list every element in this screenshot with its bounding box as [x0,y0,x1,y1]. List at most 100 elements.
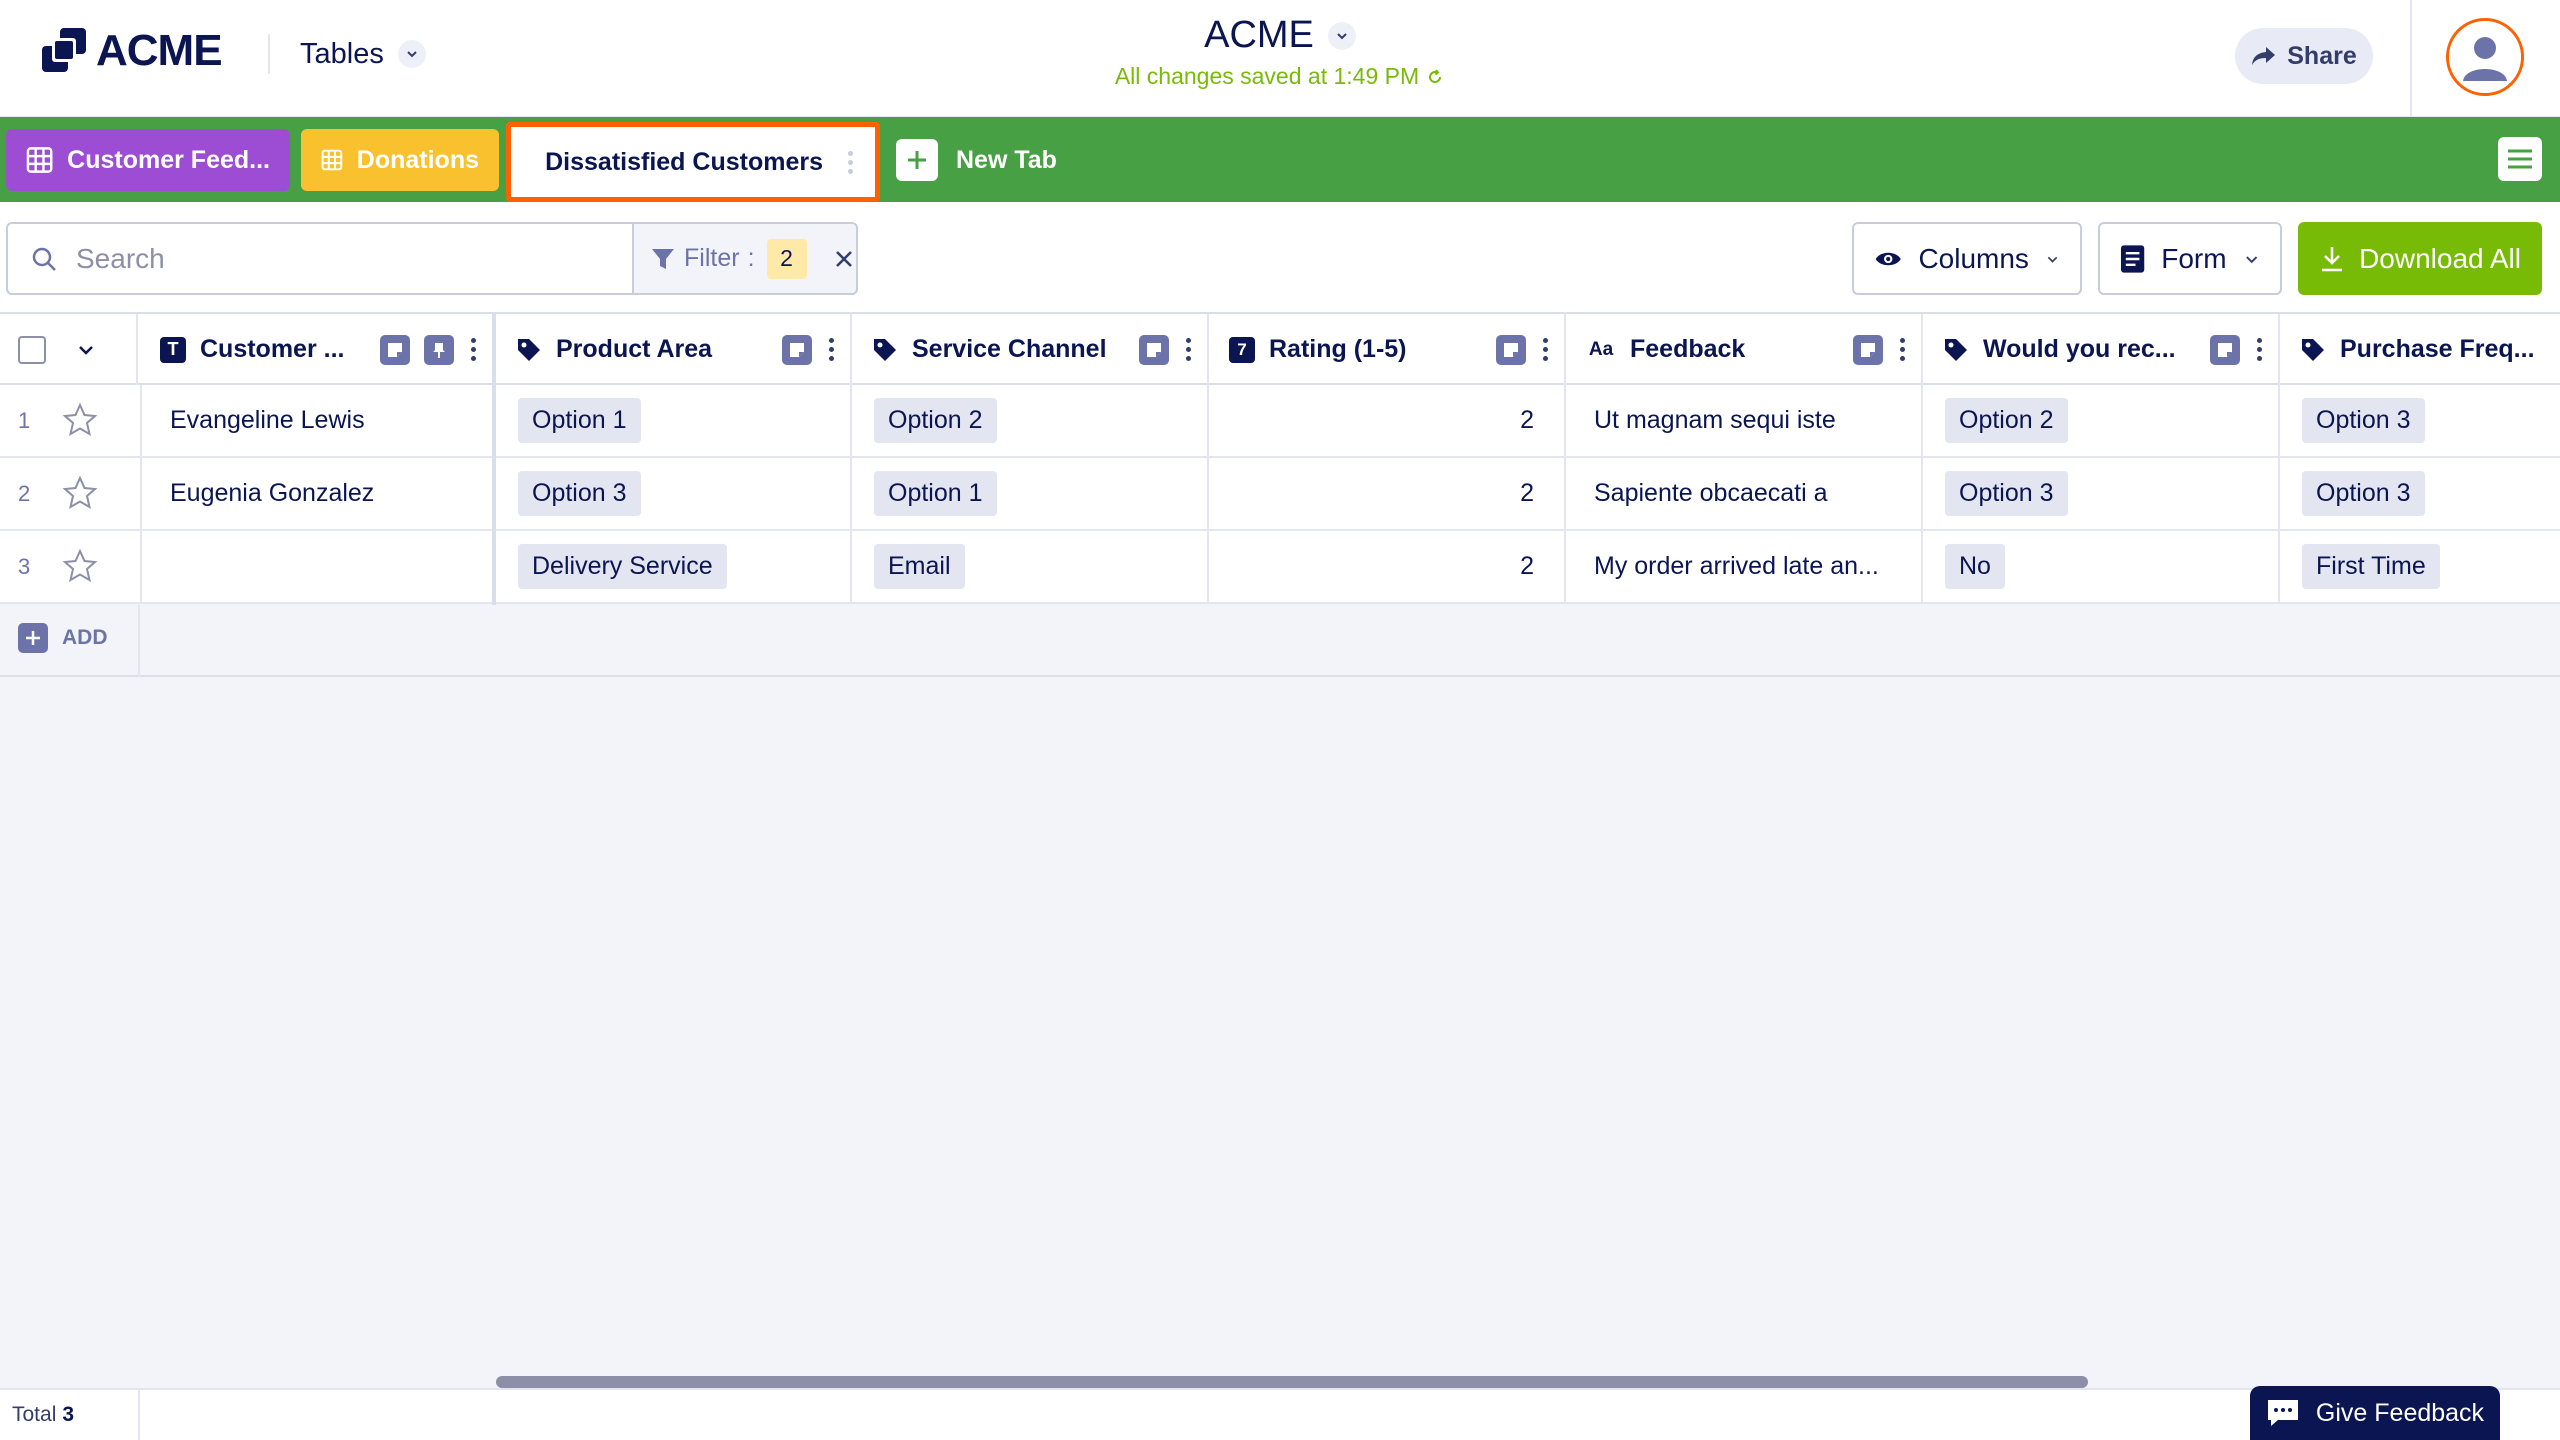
column-options-icon[interactable] [826,338,836,361]
tab-donations[interactable]: Donations [301,129,499,191]
column-header-service-channel[interactable]: Service Channel [852,314,1209,385]
add-row-button[interactable]: ADD [18,623,108,653]
table-row[interactable]: 3 Delivery Service Email 2 My order arri… [0,531,2560,604]
cell-feedback[interactable]: My order arrived late an... [1566,531,1923,602]
search-input[interactable] [76,242,596,275]
option-chip: Email [874,544,965,589]
tag-icon [2302,338,2324,361]
form-label: Form [2161,242,2227,274]
column-options-icon[interactable] [468,338,478,361]
give-feedback-label: Give Feedback [2315,1398,2485,1427]
new-tab-button[interactable]: New Tab [896,133,1057,187]
cell-service-channel[interactable]: Option 2 [852,385,1209,456]
filter-funnel-icon [652,248,674,269]
pin-icon[interactable] [424,334,454,365]
column-header-customer[interactable]: T Customer ... [140,314,494,385]
star-icon[interactable] [62,402,98,438]
column-options-icon[interactable] [1183,338,1193,361]
column-label: Purchase Freq... [2340,335,2535,363]
select-all-checkbox[interactable] [18,335,46,364]
cell-service-channel[interactable]: Email [852,531,1209,602]
column-label: Would you rec... [1983,335,2176,363]
frozen-column-divider[interactable] [492,312,496,607]
form-button[interactable]: Form [2098,222,2282,295]
option-chip: Option 2 [874,398,997,443]
clear-filter-icon[interactable] [833,248,855,270]
footer-divider [138,1390,140,1440]
column-options-icon[interactable] [1540,338,1550,361]
column-options-icon[interactable] [1897,338,1907,361]
new-tab-label: New Tab [956,145,1057,174]
star-icon[interactable] [62,475,98,511]
option-chip: Option 3 [1945,471,2068,516]
cell-product-area[interactable]: Option 1 [496,385,852,456]
cell-feedback[interactable]: Ut magnam sequi iste [1566,385,1923,456]
add-row-label: ADD [62,626,108,649]
cell-purchase-frequency[interactable]: Option 3 [2280,385,2560,456]
columns-label: Columns [1918,242,2029,274]
download-all-button[interactable]: Download All [2298,222,2542,295]
column-label: Rating (1-5) [1269,335,1407,363]
note-icon[interactable] [380,334,410,365]
column-header-product-area[interactable]: Product Area [496,314,852,385]
cell-would-you-recommend[interactable]: Option 2 [1923,385,2280,456]
cell-rating[interactable]: 2 [1209,458,1566,529]
cell-rating[interactable]: 2 [1209,385,1566,456]
eye-icon [1875,252,1901,265]
cell-customer[interactable]: Evangeline Lewis [140,385,494,456]
cell-purchase-frequency[interactable]: Option 3 [2280,458,2560,529]
horizontal-scrollbar[interactable] [496,1376,2088,1388]
cell-purchase-frequency[interactable]: First Time [2280,531,2560,602]
tab-customer-feedback[interactable]: Customer Feed... [6,129,290,191]
cell-product-area[interactable]: Option 3 [496,458,852,529]
cell-would-you-recommend[interactable]: Option 3 [1923,458,2280,529]
hamburger-menu-icon[interactable] [2498,137,2542,181]
column-header-purchase-frequency[interactable]: Purchase Freq... [2280,314,2560,385]
cell-product-area[interactable]: Delivery Service [496,531,852,602]
grid-footer: Total 3 [0,1388,2560,1440]
acme-logo[interactable]: ACME [42,26,223,76]
note-icon[interactable] [1853,334,1883,365]
grid-header-row: T Customer ... Product Area Service Chan… [0,312,2560,385]
column-header-rating[interactable]: 7 Rating (1-5) [1209,314,1566,385]
column-label: Service Channel [912,335,1107,363]
app-header: ACME Tables ACME All changes saved at 1:… [0,0,2560,117]
tab-options-icon[interactable] [845,150,855,174]
option-chip: No [1945,544,2005,589]
tab-dissatisfied-customers[interactable]: Dissatisfied Customers [506,122,880,202]
column-options-icon[interactable] [2254,338,2264,361]
app-title-chevron-icon[interactable] [1327,21,1356,50]
chevron-down-icon[interactable] [76,340,96,360]
cell-customer[interactable]: Eugenia Gonzalez [140,458,494,529]
cell-would-you-recommend[interactable]: No [1923,531,2280,602]
share-button[interactable]: Share [2235,28,2373,84]
cell-rating[interactable]: 2 [1209,531,1566,602]
give-feedback-button[interactable]: Give Feedback [2250,1386,2500,1440]
column-header-feedback[interactable]: Aa Feedback [1566,314,1923,385]
note-icon[interactable] [1139,334,1169,365]
filter-button[interactable]: Filter: 2 [632,222,858,295]
note-icon[interactable] [1496,334,1526,365]
cell-service-channel[interactable]: Option 1 [852,458,1209,529]
columns-button[interactable]: Columns [1852,222,2082,295]
tag-icon [874,338,896,361]
cell-feedback[interactable]: Sapiente obcaecati a [1566,458,1923,529]
download-icon [2322,246,2343,271]
table-grid-icon [321,149,343,171]
app-title[interactable]: ACME [1204,14,1314,57]
row-number: 1 [18,407,31,433]
note-icon[interactable] [2210,334,2240,365]
option-chip: Option 2 [1945,398,2068,443]
filter-separator: : [747,244,755,272]
tag-icon [518,338,540,361]
user-avatar[interactable] [2446,18,2524,96]
note-icon[interactable] [782,334,812,365]
table-row[interactable]: 1 Evangeline Lewis Option 1 Option 2 2 U… [0,385,2560,458]
option-chip: Delivery Service [518,544,727,589]
table-row[interactable]: 2 Eugenia Gonzalez Option 3 Option 1 2 S… [0,458,2560,531]
column-header-would-you-recommend[interactable]: Would you rec... [1923,314,2280,385]
cell-customer[interactable] [140,531,494,602]
star-icon[interactable] [62,548,98,584]
tables-dropdown[interactable]: Tables [300,34,426,74]
column-label: Product Area [556,335,713,363]
